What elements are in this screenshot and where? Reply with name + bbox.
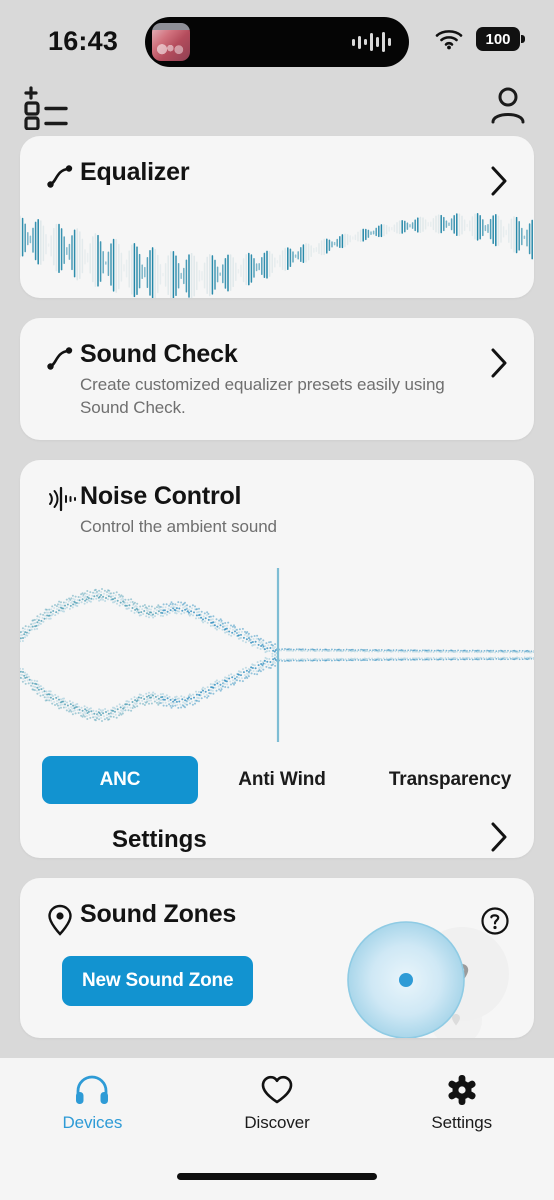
equalizer-card-header: Equalizer bbox=[20, 136, 534, 203]
app-screen: 16:43 100 Equalizer Sound Check Create c… bbox=[0, 0, 554, 1200]
equalizer-title: Equalizer bbox=[80, 158, 190, 186]
dynamic-island[interactable] bbox=[145, 17, 409, 67]
add-device-list-icon[interactable] bbox=[22, 84, 72, 135]
chevron-right-icon[interactable] bbox=[488, 820, 510, 858]
sound-check-card[interactable]: Sound Check Create customized equalizer … bbox=[20, 318, 534, 440]
wifi-icon bbox=[435, 30, 463, 50]
tab-settings[interactable]: Settings bbox=[369, 1074, 554, 1200]
location-pin-icon bbox=[46, 904, 80, 941]
sound-check-subtitle: Create customized equalizer presets easi… bbox=[80, 375, 445, 417]
noise-control-card: Noise Control Control the ambient sound … bbox=[20, 460, 534, 858]
battery-icon: 100 bbox=[476, 27, 525, 51]
noise-control-settings-label: Settings bbox=[112, 825, 207, 853]
noise-control-subtitle: Control the ambient sound bbox=[80, 517, 277, 536]
tab-devices-label: Devices bbox=[62, 1113, 123, 1132]
equalizer-card-texts: Equalizer bbox=[80, 158, 488, 187]
gear-icon bbox=[448, 1075, 476, 1105]
sound-check-title: Sound Check bbox=[80, 340, 238, 368]
tab-discover[interactable]: Discover bbox=[185, 1074, 370, 1200]
noise-control-waveform bbox=[20, 560, 534, 750]
noise-mode-anti-wind[interactable]: Anti Wind bbox=[198, 756, 366, 804]
sound-check-card-header: Sound Check Create customized equalizer … bbox=[20, 318, 534, 420]
app-header bbox=[0, 78, 554, 136]
bottom-tab-bar: Devices Discover Settings bbox=[0, 1058, 554, 1200]
noise-control-card-texts: Noise Control Control the ambient sound bbox=[80, 482, 510, 539]
user-profile-icon[interactable] bbox=[488, 86, 528, 129]
noise-mode-transparency[interactable]: Transparency bbox=[366, 756, 534, 804]
noise-control-settings-row[interactable]: Settings bbox=[20, 820, 534, 858]
headphones-icon bbox=[76, 1075, 109, 1104]
sound-zones-card: Sound Zones New Sound Zone bbox=[20, 878, 534, 1038]
noise-cancel-icon bbox=[46, 486, 80, 517]
eq-curve-icon bbox=[46, 162, 80, 195]
noise-mode-selector: ANC Anti Wind Transparency bbox=[20, 756, 534, 804]
noise-mode-anc[interactable]: ANC bbox=[42, 756, 198, 804]
tab-devices[interactable]: Devices bbox=[0, 1074, 185, 1200]
home-indicator bbox=[177, 1173, 377, 1180]
chevron-right-icon[interactable] bbox=[488, 346, 510, 385]
status-time: 16:43 bbox=[48, 26, 119, 56]
eq-curve-icon bbox=[46, 344, 80, 377]
equalizer-card[interactable]: Equalizer bbox=[20, 136, 534, 298]
sound-check-card-texts: Sound Check Create customized equalizer … bbox=[80, 340, 488, 420]
heart-icon bbox=[261, 1075, 293, 1104]
battery-level: 100 bbox=[485, 30, 511, 48]
status-bar: 16:43 100 bbox=[0, 0, 554, 78]
audio-waveform-icon bbox=[352, 31, 391, 53]
tab-discover-label: Discover bbox=[244, 1113, 310, 1132]
noise-control-card-header: Noise Control Control the ambient sound bbox=[20, 460, 534, 539]
new-sound-zone-button[interactable]: New Sound Zone bbox=[62, 956, 254, 1006]
album-artwork bbox=[152, 23, 190, 61]
status-indicators: 100 bbox=[434, 27, 525, 51]
equalizer-waveform bbox=[20, 198, 534, 298]
sound-zone-radius[interactable] bbox=[334, 916, 534, 1038]
noise-control-title: Noise Control bbox=[80, 482, 242, 510]
tab-settings-label: Settings bbox=[431, 1113, 492, 1132]
